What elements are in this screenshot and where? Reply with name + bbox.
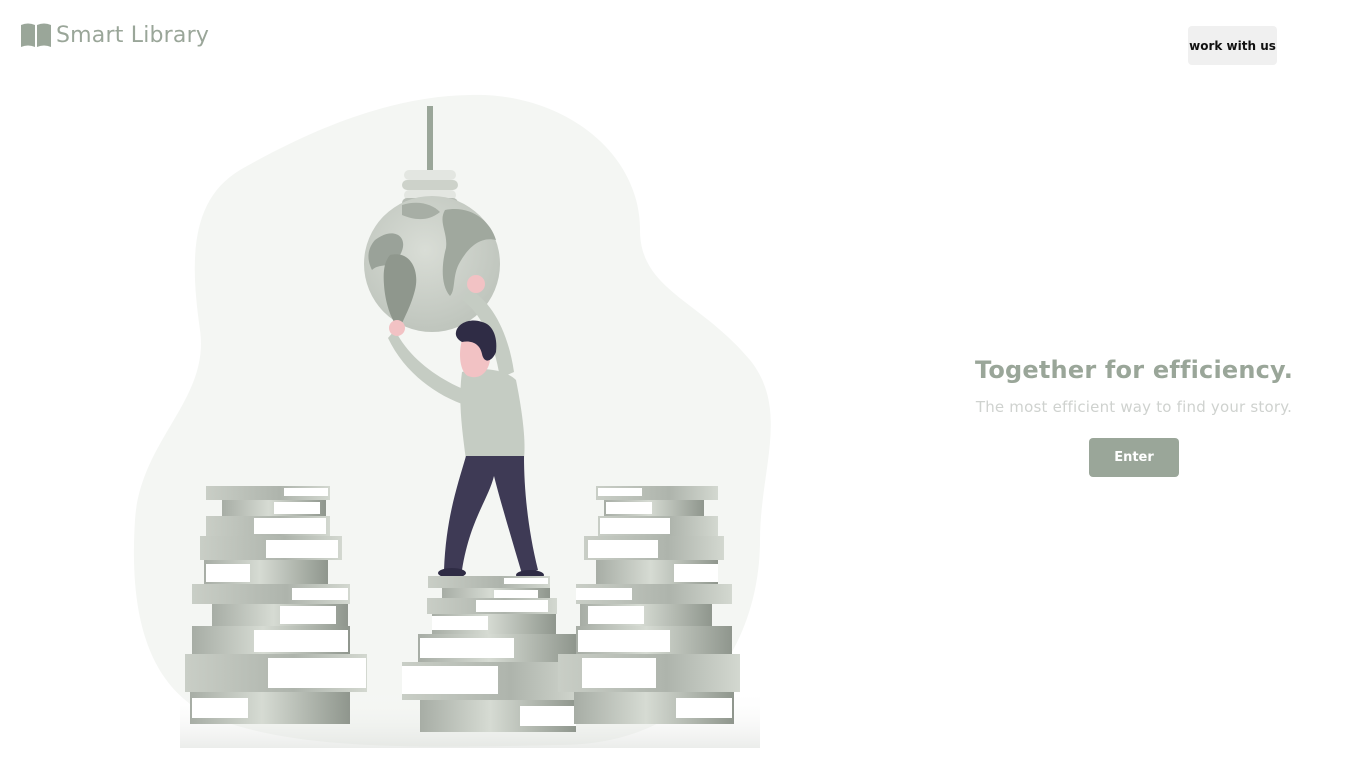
open-book-icon	[21, 23, 51, 47]
work-with-us-button[interactable]: work with us	[1188, 26, 1277, 65]
middle-book-stack	[402, 576, 584, 732]
enter-button[interactable]: Enter	[1089, 438, 1179, 477]
hero-section: Together for efficiency. The most effici…	[934, 356, 1334, 477]
hero-subtitle: The most efficient way to find your stor…	[975, 398, 1293, 416]
logo-text: Smart Library	[56, 22, 210, 48]
logo[interactable]: Smart Library	[20, 22, 209, 48]
landing-page: Smart Library work with us Together for …	[0, 0, 1366, 765]
hero-title: Together for efficiency.	[974, 356, 1294, 384]
hero-illustration	[133, 94, 771, 748]
